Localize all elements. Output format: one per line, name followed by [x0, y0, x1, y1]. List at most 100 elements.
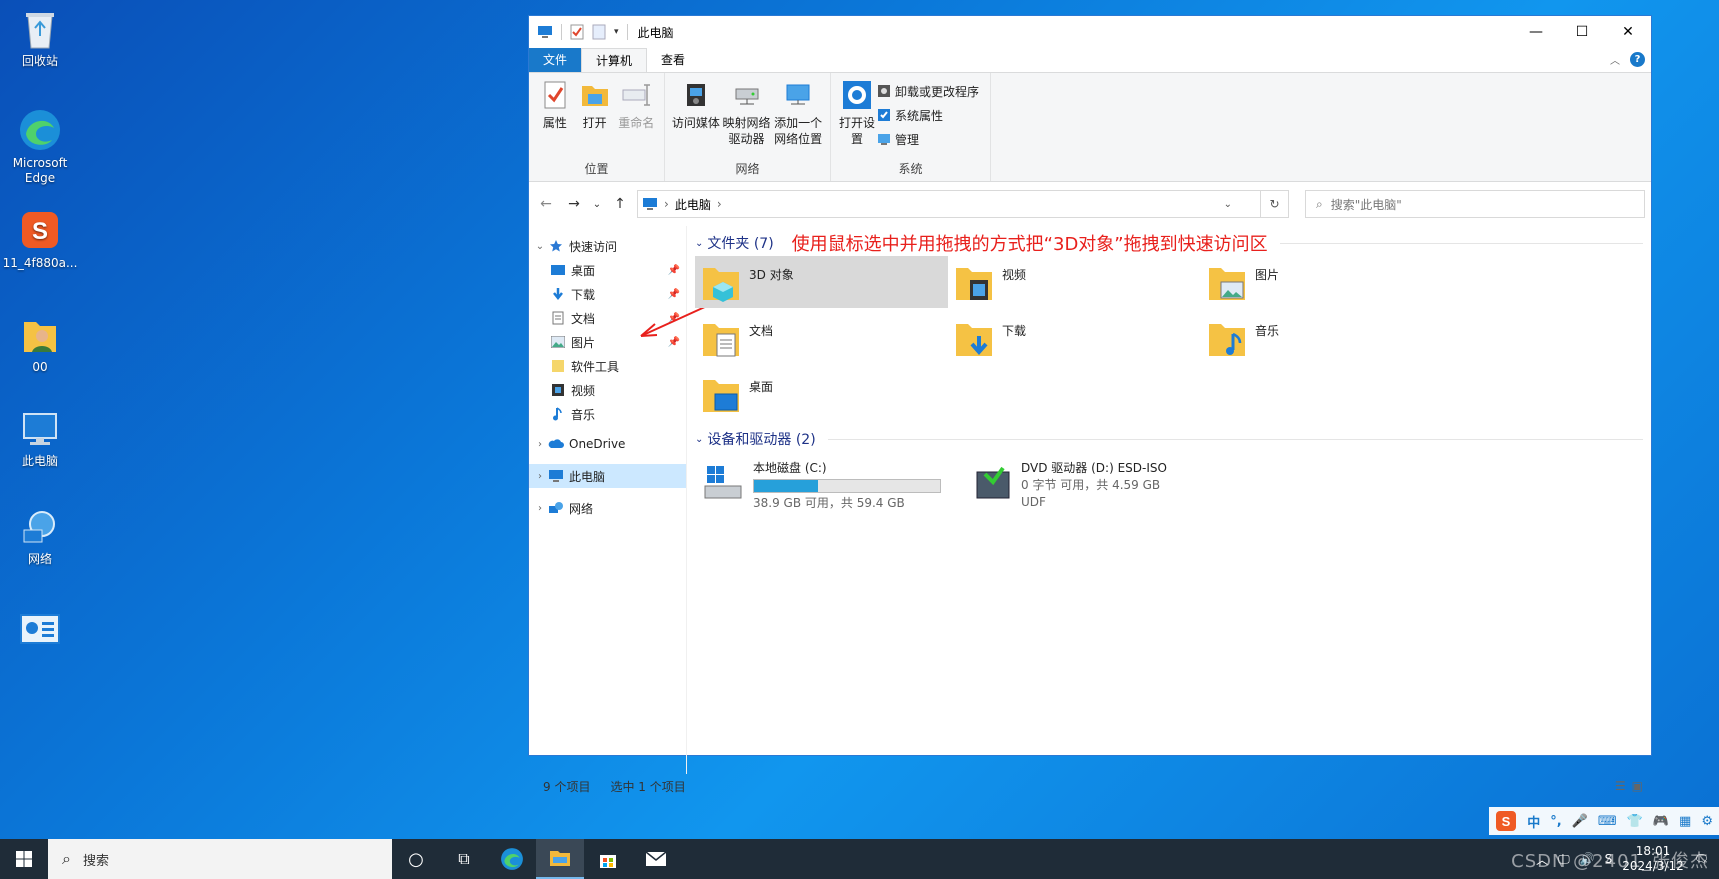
ribbon-tabs: 文件 计算机 查看 ︿ ?	[529, 48, 1651, 72]
item-count: 9 个项目	[543, 779, 591, 794]
microphone-icon[interactable]: 🎤	[1572, 814, 1588, 829]
ribbon: 属性 打开 重命名 位置 访问媒体 映射网络驱动器 添加一个网络位置 网络 打开…	[529, 72, 1651, 182]
taskbar-file-explorer[interactable]	[536, 839, 584, 879]
start-button[interactable]	[0, 839, 48, 879]
collapse-icon[interactable]: ⌄	[533, 241, 547, 252]
content-pane: ⌄ 文件夹 (7) 使用鼠标选中并用拖拽的方式把“3D对象”拖拽到快速访问区 3…	[687, 226, 1651, 774]
desktop-icon-this-pc[interactable]: 此电脑	[0, 410, 80, 469]
drives-grid: 本地磁盘 (C:) 38.9 GB 可用，共 59.4 GB DVD 驱动器 (…	[695, 456, 1643, 516]
cortana-button[interactable]: ○	[392, 839, 440, 879]
maximize-button[interactable]: ☐	[1559, 16, 1605, 48]
tab-computer[interactable]: 计算机	[581, 48, 648, 72]
tab-view[interactable]: 查看	[647, 48, 699, 72]
tree-label: 视频	[571, 383, 596, 398]
tree-label: OneDrive	[569, 437, 626, 451]
help-icon[interactable]: ?	[1630, 52, 1645, 67]
taskbar-mail[interactable]	[632, 839, 680, 879]
customize-qat-icon[interactable]: ▾	[614, 27, 619, 37]
recent-locations-button[interactable]: ⌄	[591, 199, 603, 210]
tree-onedrive[interactable]: › OneDrive	[529, 432, 686, 456]
address-bar[interactable]: › 此电脑 › ⌄	[637, 190, 1261, 218]
back-button[interactable]: ←	[535, 196, 557, 212]
task-view-button[interactable]: ⧉	[440, 839, 488, 879]
minimize-button[interactable]: —	[1513, 16, 1559, 48]
large-icons-view-icon[interactable]: ▣	[1632, 779, 1643, 793]
picture-icon	[551, 336, 565, 348]
documents-folder-icon	[703, 324, 739, 357]
devices-section-header[interactable]: ⌄ 设备和驱动器 (2)	[695, 426, 1643, 452]
desktop-icon-label: 11_4f880a...	[2, 256, 78, 270]
refresh-button[interactable]: ↻	[1261, 190, 1289, 218]
desktop-icon-recycle-bin[interactable]: 回收站	[0, 10, 80, 69]
collapse-icon[interactable]: ⌄	[695, 238, 703, 249]
up-button[interactable]: ↑	[609, 196, 631, 212]
breadcrumb-this-pc[interactable]: 此电脑	[675, 196, 711, 213]
address-bar-row: ← → ⌄ ↑ › 此电脑 › ⌄ ↻ ⌕ 搜索"此电脑"	[529, 182, 1651, 226]
game-icon[interactable]: 🎮	[1653, 814, 1669, 829]
tree-network[interactable]: › 网络	[529, 496, 686, 520]
expand-icon[interactable]: ›	[533, 503, 547, 514]
toolbox-icon[interactable]: ▦	[1679, 814, 1691, 829]
desktop-icon-label: 此电脑	[21, 454, 58, 468]
desktop-icon-control-panel[interactable]	[0, 612, 80, 652]
tree-label: 图片	[571, 335, 596, 350]
tree-label: 此电脑	[569, 469, 606, 484]
tree-item-videos[interactable]: 视频	[529, 378, 686, 402]
tree-quick-access[interactable]: ⌄ 快速访问	[529, 234, 686, 258]
desktop-icon-edge[interactable]: Microsoft Edge	[0, 108, 80, 186]
folder-3d-objects[interactable]: 3D 对象	[695, 256, 948, 308]
skin-icon[interactable]: 👕	[1627, 814, 1643, 829]
tree-this-pc[interactable]: › 此电脑	[529, 464, 686, 488]
collapse-ribbon-icon[interactable]: ︿	[1610, 52, 1620, 67]
folder-music[interactable]: 音乐	[1201, 312, 1454, 364]
desktop-icon-network[interactable]: 网络	[0, 508, 80, 567]
folder-desktop[interactable]: 桌面	[695, 368, 948, 420]
uninstall-programs-button[interactable]: 卸载或更改程序	[877, 81, 979, 101]
desktop-icon-user-folder[interactable]: 00	[0, 312, 80, 375]
close-button[interactable]: ✕	[1605, 16, 1651, 48]
expand-icon[interactable]: ›	[533, 439, 547, 450]
folder-pictures[interactable]: 图片	[1201, 256, 1454, 308]
taskbar-store[interactable]	[584, 839, 632, 879]
keyboard-icon[interactable]: ⌨	[1598, 814, 1617, 829]
search-box[interactable]: ⌕ 搜索"此电脑"	[1305, 190, 1645, 218]
new-folder-icon[interactable]	[592, 24, 606, 40]
folder-videos[interactable]: 视频	[948, 256, 1201, 308]
drive-d[interactable]: DVD 驱动器 (D:) ESD-ISO 0 字节 可用，共 4.59 GB U…	[967, 456, 1207, 516]
tree-item-music[interactable]: 音乐	[529, 402, 686, 426]
download-icon	[553, 288, 563, 301]
manage-icon	[878, 134, 890, 145]
windows-logo-icon	[16, 851, 32, 867]
system-properties-button[interactable]: 系统属性	[877, 105, 979, 125]
sogou-icon[interactable]: S	[1495, 810, 1517, 832]
collapse-icon[interactable]: ⌄	[695, 434, 703, 445]
folder-downloads[interactable]: 下载	[948, 312, 1201, 364]
ime-mode-label[interactable]: 中	[1527, 812, 1540, 831]
rename-label: 重命名	[618, 116, 655, 130]
drive-c[interactable]: 本地磁盘 (C:) 38.9 GB 可用，共 59.4 GB	[695, 456, 949, 516]
drive-name: 本地磁盘 (C:)	[753, 461, 827, 475]
properties-icon[interactable]	[570, 24, 584, 40]
forward-button[interactable]: →	[563, 196, 585, 212]
file-explorer-icon	[550, 851, 570, 866]
folders-grid: 3D 对象 视频 图片 文档 下载 音乐 桌面	[695, 256, 1643, 420]
desktop-icon-sogou[interactable]: S 11_4f880a...	[0, 208, 80, 271]
folders-section-header[interactable]: ⌄ 文件夹 (7) 使用鼠标选中并用拖拽的方式把“3D对象”拖拽到快速访问区	[695, 230, 1643, 256]
folder-name: 文档	[749, 324, 774, 338]
expand-icon[interactable]: ›	[533, 471, 547, 482]
taskbar-search[interactable]: ⌕ 搜索	[48, 839, 392, 879]
breadcrumb-separator: ›	[664, 197, 669, 211]
details-view-icon[interactable]: ☰	[1615, 779, 1626, 793]
address-dropdown-icon[interactable]: ⌄	[1224, 199, 1232, 210]
tab-file[interactable]: 文件	[529, 48, 582, 72]
tree-item-desktop[interactable]: 桌面 📌	[529, 258, 686, 282]
menu-icon[interactable]: ⚙	[1701, 814, 1713, 829]
punctuation-icon[interactable]: °,	[1550, 814, 1561, 829]
video-icon	[552, 384, 564, 396]
tree-item-software-tools[interactable]: 软件工具	[529, 354, 686, 378]
title-bar: ▾ 此电脑 — ☐ ✕	[529, 16, 1651, 48]
gear-icon	[843, 81, 871, 109]
folder-documents[interactable]: 文档	[695, 312, 948, 364]
manage-button[interactable]: 管理	[877, 129, 979, 149]
taskbar-edge[interactable]	[488, 839, 536, 879]
